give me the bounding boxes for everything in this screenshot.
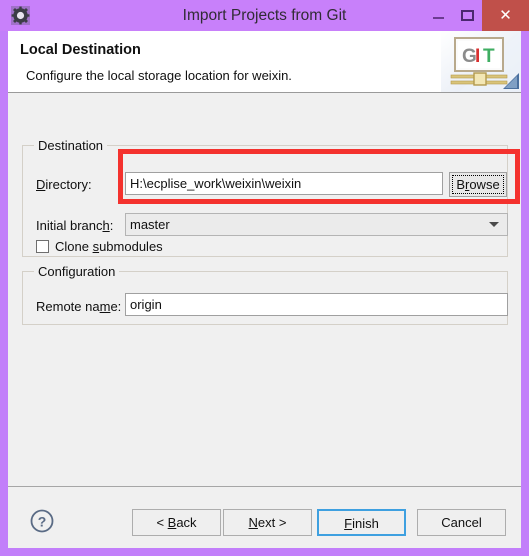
back-button[interactable]: < Back [132, 509, 221, 536]
minimize-button[interactable] [423, 0, 454, 31]
remote-name-label: Remote name: [36, 299, 122, 314]
footer-separator [8, 486, 521, 487]
next-button[interactable]: Next > [223, 509, 312, 536]
maximize-icon [461, 10, 474, 21]
back-button-label: < Back [156, 515, 197, 530]
clone-submodules-checkbox[interactable] [36, 240, 49, 253]
page-title: Local Destination [20, 42, 141, 58]
help-circle-icon[interactable]: ? [29, 508, 55, 534]
svg-text:I: I [475, 46, 480, 67]
svg-text:?: ? [38, 514, 47, 530]
remote-name-input[interactable] [125, 293, 508, 316]
minimize-icon [433, 17, 444, 19]
directory-label: Directory: [36, 177, 92, 192]
browse-button[interactable]: Browse [449, 172, 507, 197]
finish-button[interactable]: Finish [317, 509, 406, 536]
git-logo: G I T [441, 31, 521, 92]
cancel-button[interactable]: Cancel [417, 509, 506, 536]
maximize-button[interactable] [452, 0, 483, 31]
initial-branch-value: master [130, 217, 170, 232]
directory-label-rest: irectory: [45, 177, 92, 192]
cancel-button-label: Cancel [441, 515, 482, 530]
initial-branch-label: Initial branch: [36, 218, 114, 233]
title-bar: Import Projects from Git ✕ [0, 0, 529, 31]
next-button-label: Next > [248, 515, 287, 530]
dialog-window: Import Projects from Git ✕ Local Destina… [0, 0, 529, 556]
initial-branch-select[interactable]: master [125, 213, 508, 236]
dialog-body: Local Destination Configure the local st… [8, 31, 521, 548]
focus-ring [452, 175, 504, 194]
screen: Import Projects from Git ✕ Local Destina… [0, 0, 529, 556]
clone-submodules-row[interactable]: Clone submodules [36, 239, 163, 254]
finish-button-label: Finish [344, 516, 379, 531]
clone-submodules-label: Clone submodules [55, 239, 163, 254]
close-icon: ✕ [499, 7, 512, 24]
directory-input[interactable] [125, 172, 443, 195]
close-button[interactable]: ✕ [482, 0, 529, 31]
wizard-header: Local Destination Configure the local st… [8, 31, 521, 93]
destination-group-title: Destination [34, 138, 108, 153]
svg-text:T: T [483, 46, 495, 67]
page-description: Configure the local storage location for… [26, 68, 292, 83]
chevron-down-icon [489, 222, 499, 227]
configuration-group-title: Configuration [34, 264, 120, 279]
